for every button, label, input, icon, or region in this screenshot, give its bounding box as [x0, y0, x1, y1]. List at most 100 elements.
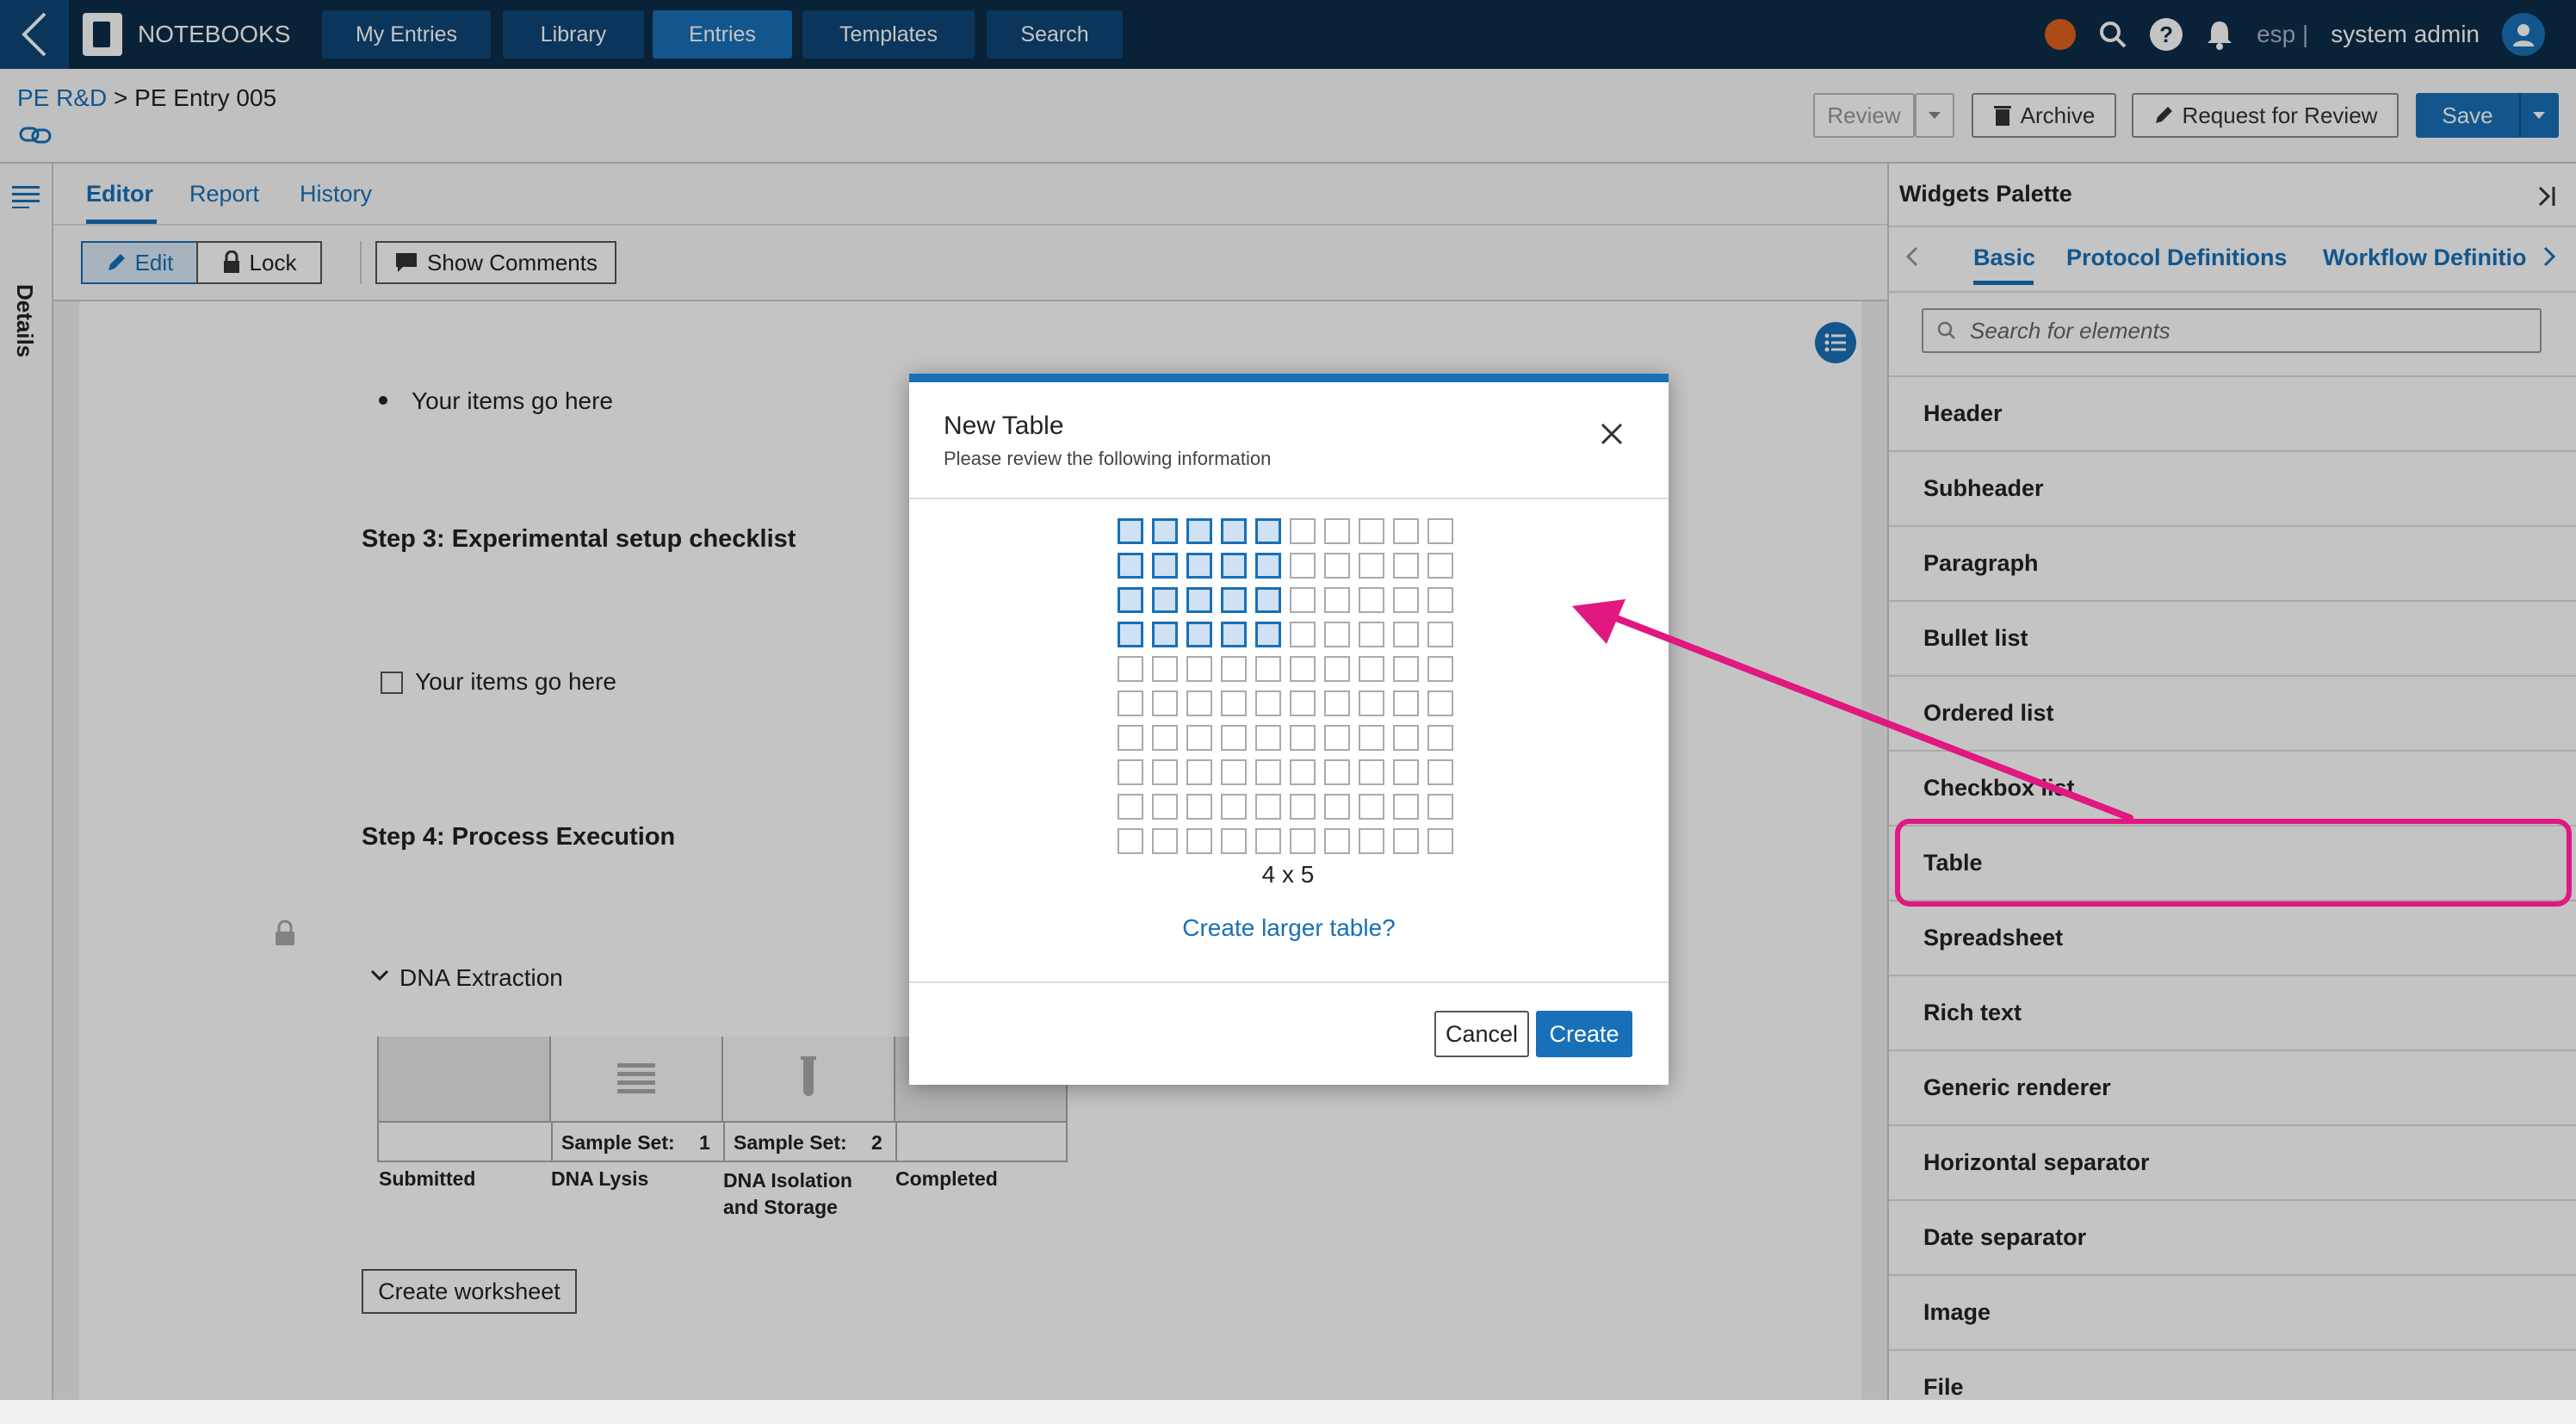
grid-cell[interactable]	[1186, 553, 1212, 579]
grid-cell[interactable]	[1324, 587, 1350, 613]
grid-cell[interactable]	[1221, 518, 1247, 544]
grid-cell[interactable]	[1186, 794, 1212, 820]
grid-cell[interactable]	[1152, 828, 1178, 854]
grid-cell[interactable]	[1118, 690, 1143, 716]
grid-cell[interactable]	[1290, 794, 1316, 820]
cancel-button[interactable]: Cancel	[1434, 1011, 1529, 1057]
grid-cell[interactable]	[1427, 794, 1453, 820]
grid-cell[interactable]	[1359, 518, 1384, 544]
grid-cell[interactable]	[1359, 759, 1384, 785]
grid-cell[interactable]	[1290, 656, 1316, 682]
grid-cell[interactable]	[1324, 518, 1350, 544]
grid-cell[interactable]	[1186, 759, 1212, 785]
grid-cell[interactable]	[1427, 587, 1453, 613]
create-larger-table-link[interactable]: Create larger table?	[1119, 914, 1458, 942]
grid-cell[interactable]	[1255, 587, 1281, 613]
grid-cell[interactable]	[1255, 553, 1281, 579]
grid-cell[interactable]	[1221, 656, 1247, 682]
grid-cell[interactable]	[1186, 690, 1212, 716]
grid-cell[interactable]	[1221, 759, 1247, 785]
grid-cell[interactable]	[1427, 656, 1453, 682]
grid-cell[interactable]	[1118, 759, 1143, 785]
grid-cell[interactable]	[1359, 587, 1384, 613]
grid-cell[interactable]	[1427, 518, 1453, 544]
grid-cell[interactable]	[1427, 622, 1453, 647]
grid-cell[interactable]	[1152, 656, 1178, 682]
grid-cell[interactable]	[1427, 828, 1453, 854]
grid-cell[interactable]	[1255, 794, 1281, 820]
grid-cell[interactable]	[1393, 828, 1419, 854]
grid-cell[interactable]	[1152, 794, 1178, 820]
grid-cell[interactable]	[1255, 725, 1281, 751]
grid-cell[interactable]	[1427, 690, 1453, 716]
grid-cell[interactable]	[1324, 828, 1350, 854]
grid-cell[interactable]	[1118, 794, 1143, 820]
grid-cell[interactable]	[1221, 553, 1247, 579]
grid-cell[interactable]	[1152, 759, 1178, 785]
grid-cell[interactable]	[1118, 622, 1143, 647]
grid-cell[interactable]	[1324, 622, 1350, 647]
grid-cell[interactable]	[1359, 725, 1384, 751]
grid-cell[interactable]	[1255, 759, 1281, 785]
grid-cell[interactable]	[1221, 725, 1247, 751]
grid-cell[interactable]	[1324, 553, 1350, 579]
grid-cell[interactable]	[1359, 794, 1384, 820]
grid-cell[interactable]	[1290, 518, 1316, 544]
grid-cell[interactable]	[1221, 690, 1247, 716]
grid-cell[interactable]	[1359, 656, 1384, 682]
grid-cell[interactable]	[1359, 553, 1384, 579]
grid-cell[interactable]	[1290, 622, 1316, 647]
grid-cell[interactable]	[1324, 725, 1350, 751]
grid-cell[interactable]	[1152, 587, 1178, 613]
grid-cell[interactable]	[1427, 759, 1453, 785]
grid-cell[interactable]	[1359, 690, 1384, 716]
grid-cell[interactable]	[1290, 828, 1316, 854]
grid-cell[interactable]	[1152, 518, 1178, 544]
grid-cell[interactable]	[1221, 828, 1247, 854]
grid-cell[interactable]	[1324, 759, 1350, 785]
grid-cell[interactable]	[1186, 587, 1212, 613]
grid-cell[interactable]	[1393, 622, 1419, 647]
grid-cell[interactable]	[1152, 553, 1178, 579]
grid-cell[interactable]	[1427, 553, 1453, 579]
grid-cell[interactable]	[1393, 759, 1419, 785]
grid-cell[interactable]	[1152, 622, 1178, 647]
grid-cell[interactable]	[1393, 725, 1419, 751]
grid-cell[interactable]	[1255, 828, 1281, 854]
grid-cell[interactable]	[1359, 622, 1384, 647]
create-button[interactable]: Create	[1536, 1011, 1632, 1057]
grid-cell[interactable]	[1290, 759, 1316, 785]
grid-cell[interactable]	[1221, 587, 1247, 613]
grid-cell[interactable]	[1152, 725, 1178, 751]
grid-cell[interactable]	[1118, 553, 1143, 579]
grid-cell[interactable]	[1255, 656, 1281, 682]
grid-cell[interactable]	[1118, 518, 1143, 544]
grid-cell[interactable]	[1255, 518, 1281, 544]
grid-cell[interactable]	[1290, 725, 1316, 751]
grid-cell[interactable]	[1393, 794, 1419, 820]
grid-cell[interactable]	[1221, 794, 1247, 820]
grid-cell[interactable]	[1324, 690, 1350, 716]
grid-cell[interactable]	[1255, 622, 1281, 647]
grid-cell[interactable]	[1324, 794, 1350, 820]
close-icon[interactable]	[1595, 417, 1629, 451]
grid-cell[interactable]	[1221, 622, 1247, 647]
grid-cell[interactable]	[1186, 828, 1212, 854]
grid-cell[interactable]	[1393, 690, 1419, 716]
grid-cell[interactable]	[1118, 725, 1143, 751]
grid-cell[interactable]	[1255, 690, 1281, 716]
table-size-picker[interactable]	[1118, 518, 1458, 856]
grid-cell[interactable]	[1290, 587, 1316, 613]
grid-cell[interactable]	[1290, 690, 1316, 716]
grid-cell[interactable]	[1186, 518, 1212, 544]
grid-cell[interactable]	[1393, 587, 1419, 613]
grid-cell[interactable]	[1324, 656, 1350, 682]
grid-cell[interactable]	[1393, 656, 1419, 682]
grid-cell[interactable]	[1359, 828, 1384, 854]
grid-cell[interactable]	[1118, 587, 1143, 613]
grid-cell[interactable]	[1427, 725, 1453, 751]
grid-cell[interactable]	[1393, 553, 1419, 579]
grid-cell[interactable]	[1186, 622, 1212, 647]
grid-cell[interactable]	[1152, 690, 1178, 716]
grid-cell[interactable]	[1186, 656, 1212, 682]
